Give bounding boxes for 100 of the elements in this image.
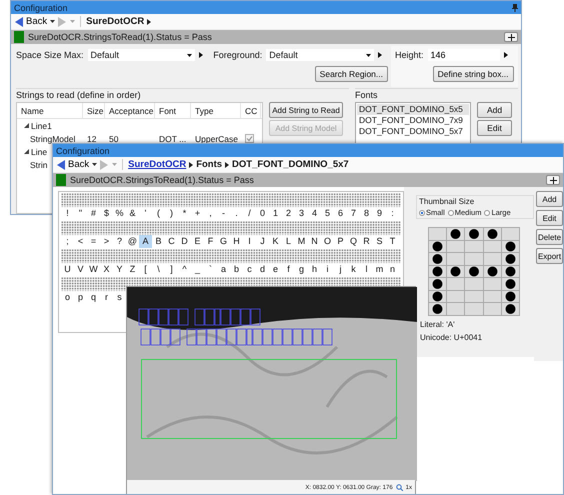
glyph-label[interactable]: - (217, 207, 230, 220)
column-header[interactable]: Acceptance (105, 103, 155, 118)
glyph-label[interactable]: F (204, 235, 217, 248)
caret-icon[interactable] (92, 163, 98, 166)
dropdown[interactable]: Default (88, 49, 196, 61)
glyph-label[interactable]: ` (204, 263, 217, 276)
expander-icon[interactable] (24, 149, 29, 154)
pixel-cell[interactable] (465, 240, 483, 252)
glyph-label[interactable]: 8 (360, 207, 373, 220)
caret-icon[interactable] (50, 20, 56, 23)
pixel-cell[interactable] (447, 228, 464, 240)
glyph-label[interactable]: m (373, 263, 386, 276)
glyph-label[interactable]: V (74, 263, 87, 276)
checkbox[interactable] (245, 134, 254, 142)
pixel-cell[interactable] (429, 228, 446, 240)
glyph-label[interactable]: ( (152, 207, 165, 220)
glyph-label[interactable]: L (282, 235, 295, 248)
glyph-label[interactable]: q (87, 291, 100, 304)
glyph-label[interactable]: g (295, 263, 308, 276)
pixel-cell[interactable] (502, 266, 519, 277)
glyph-label[interactable]: G (217, 235, 230, 248)
glyph-label[interactable]: 9 (373, 207, 386, 220)
glyph-label[interactable]: , (204, 207, 217, 220)
glyph-label[interactable]: D (178, 235, 191, 248)
pixel-cell[interactable] (429, 240, 446, 252)
chevron-icon[interactable] (199, 52, 204, 58)
pixel-cell[interactable] (465, 303, 483, 314)
glyph-label[interactable]: H (230, 235, 243, 248)
glyph-label[interactable]: > (100, 235, 113, 248)
glyph-label[interactable]: 1 (269, 207, 282, 220)
list-item[interactable]: DOT_FONT_DOMINO_7x9 (357, 115, 469, 126)
pixel-cell[interactable] (502, 228, 519, 240)
search-region-button[interactable]: Search Region... (314, 66, 388, 82)
glyph-label[interactable]: 7 (347, 207, 360, 220)
pixel-cell[interactable] (429, 303, 446, 314)
dropdown[interactable]: Default (266, 49, 374, 61)
font-action-button[interactable]: Add (536, 191, 563, 207)
pixel-cell[interactable] (429, 290, 446, 302)
breadcrumb-link[interactable]: SureDotOCR (128, 159, 186, 170)
glyph-label[interactable]: * (178, 207, 191, 220)
tree-row[interactable]: Line1 (17, 120, 52, 130)
pixel-cell[interactable] (465, 266, 483, 277)
pixel-cell[interactable] (465, 278, 483, 290)
glyph-label[interactable]: U (61, 263, 74, 276)
pixel-cell[interactable] (465, 290, 483, 302)
glyph-label[interactable]: W (87, 263, 100, 276)
glyph-label[interactable]: + (191, 207, 204, 220)
glyph-label[interactable]: r (100, 291, 113, 304)
string-button[interactable]: Add String to Read (269, 102, 343, 118)
pixel-cell[interactable] (502, 240, 519, 252)
pixel-cell[interactable] (429, 266, 446, 277)
glyph-label[interactable]: 2 (282, 207, 295, 220)
glyph-label[interactable]: Z (126, 263, 139, 276)
pixel-cell[interactable] (484, 303, 501, 314)
pixel-cell[interactable] (465, 228, 483, 240)
column-header[interactable]: Font (155, 103, 191, 118)
glyph-label[interactable]: N (308, 235, 321, 248)
glyph-label[interactable]: < (74, 235, 87, 248)
pixel-cell[interactable] (502, 253, 519, 264)
tree-row[interactable]: Line (17, 146, 48, 156)
glyph-label[interactable]: c (243, 263, 256, 276)
pixel-cell[interactable] (502, 290, 519, 302)
pixel-cell[interactable] (447, 303, 464, 314)
glyph-label[interactable]: n (386, 263, 399, 276)
glyph-label[interactable]: A (139, 235, 152, 248)
glyph-label[interactable]: e (269, 263, 282, 276)
glyph-label[interactable]: B (152, 235, 165, 248)
pixel-cell[interactable] (484, 266, 501, 277)
list-item[interactable]: DOT_FONT_DOMINO_5x5 (357, 104, 469, 115)
glyph-label[interactable]: X (100, 263, 113, 276)
pixel-cell[interactable] (429, 278, 446, 290)
glyph-label[interactable]: 4 (308, 207, 321, 220)
glyph-label[interactable]: . (230, 207, 243, 220)
expand-button[interactable] (546, 175, 560, 185)
pixel-cell[interactable] (447, 253, 464, 264)
caret-icon[interactable] (366, 54, 372, 56)
glyph-label[interactable]: Q (347, 235, 360, 248)
back-button[interactable]: Back (14, 16, 48, 27)
glyph-label[interactable]: C (165, 235, 178, 248)
glyph-label[interactable]: # (87, 207, 100, 220)
glyph-label[interactable]: ] (165, 263, 178, 276)
glyph-label[interactable]: p (74, 291, 87, 304)
pixel-cell[interactable] (447, 278, 464, 290)
glyph-label[interactable]: % (113, 207, 126, 220)
glyph-label[interactable]: 6 (334, 207, 347, 220)
glyph-label[interactable]: E (191, 235, 204, 248)
define-string-box-button[interactable]: Define string box... (432, 66, 514, 82)
glyph-label[interactable]: T (386, 235, 399, 248)
glyph-label[interactable]: 3 (295, 207, 308, 220)
glyph-label[interactable]: I (243, 235, 256, 248)
column-header[interactable]: Type (191, 103, 241, 118)
expand-button[interactable] (504, 32, 518, 42)
glyph-label[interactable]: [ (139, 263, 152, 276)
glyph-label[interactable]: O (321, 235, 334, 248)
pixel-cell[interactable] (484, 253, 501, 264)
glyph-label[interactable]: K (269, 235, 282, 248)
glyph-label[interactable]: / (243, 207, 256, 220)
glyph-label[interactable]: s (113, 291, 126, 304)
pixel-cell[interactable] (447, 290, 464, 302)
font-action-button[interactable]: Edit (536, 210, 563, 226)
